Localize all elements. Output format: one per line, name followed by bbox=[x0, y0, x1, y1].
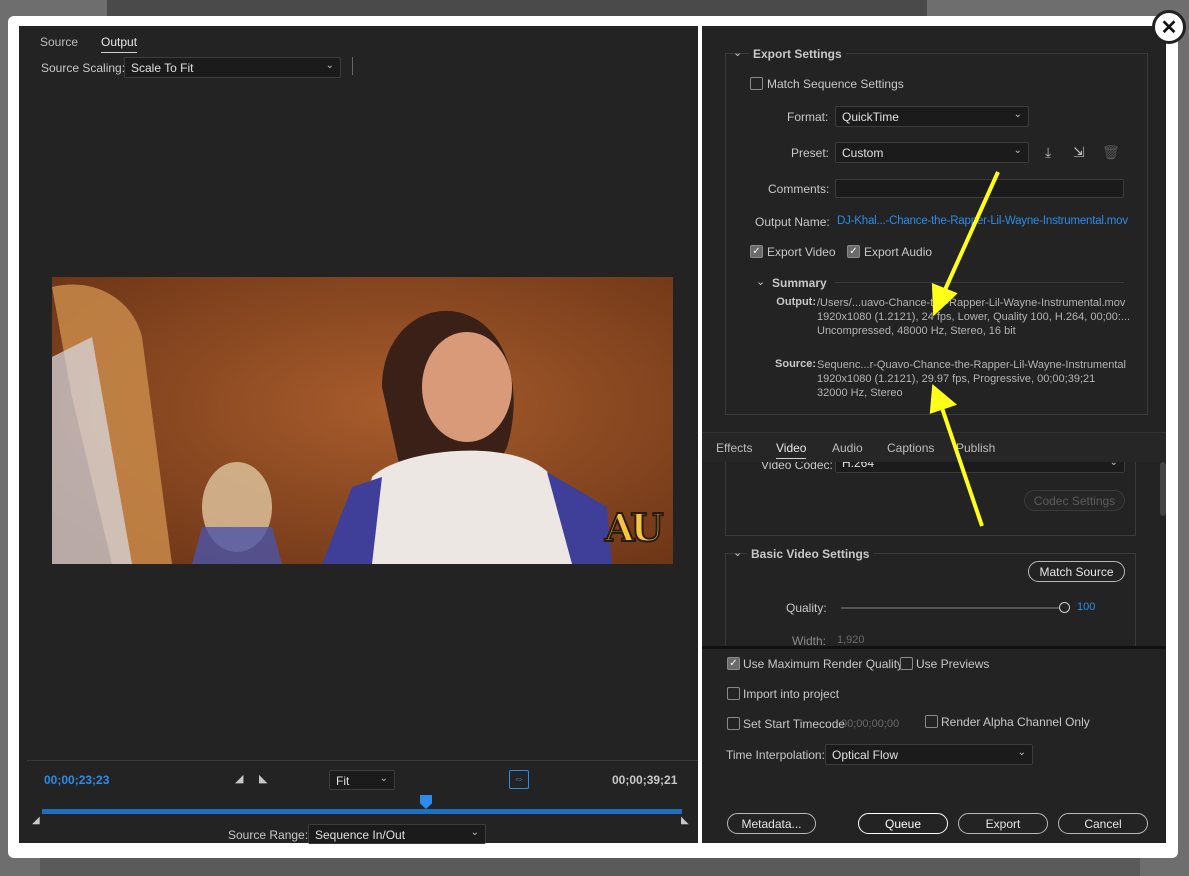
annotation-arrowhead bbox=[931, 282, 958, 317]
close-button[interactable]: ✕ bbox=[1152, 10, 1186, 44]
annotation-arrow bbox=[940, 407, 984, 527]
annotation-arrowhead bbox=[929, 383, 958, 414]
annotation-arrows bbox=[929, 171, 1000, 527]
annotation-arrow bbox=[942, 171, 1000, 293]
close-icon: ✕ bbox=[1160, 16, 1178, 39]
